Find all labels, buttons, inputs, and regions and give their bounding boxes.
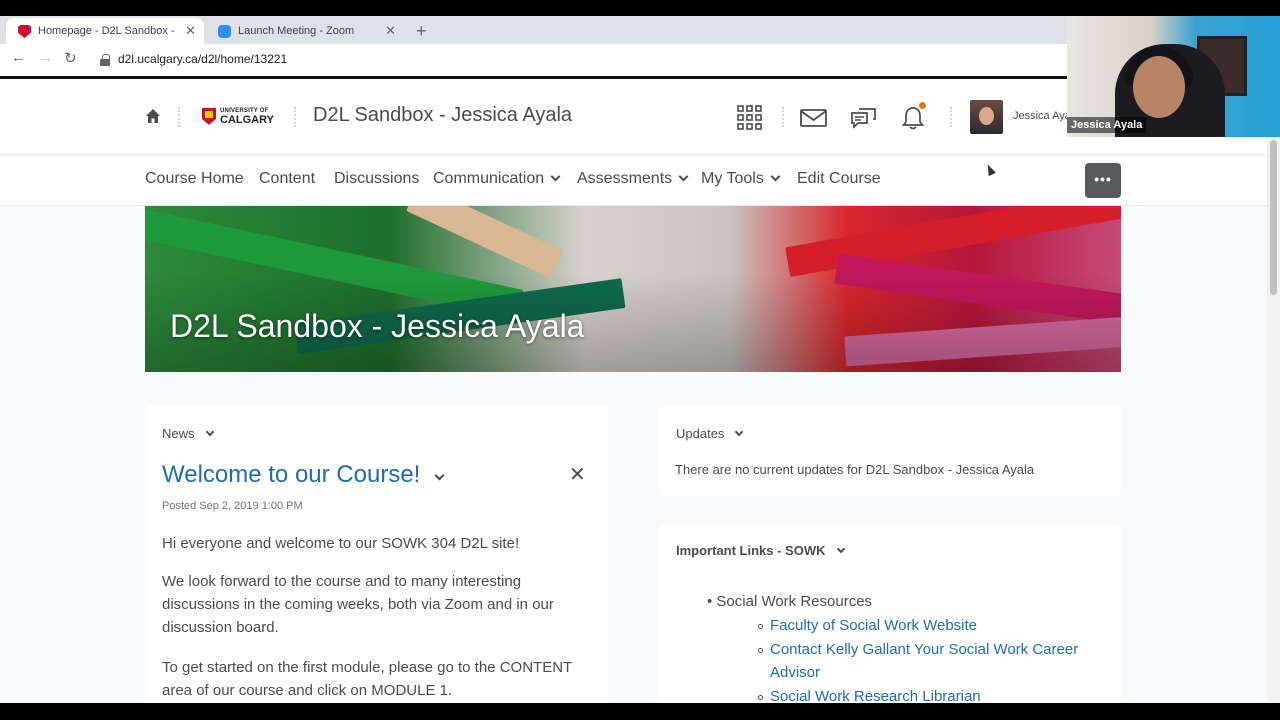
back-arrow-icon[interactable]: ← bbox=[11, 49, 26, 66]
link-career-advisor[interactable]: Contact Kelly Gallant Your Social Work C… bbox=[770, 638, 1110, 684]
screen: Homepage - D2L Sandbox - Jessica Ayala ✕… bbox=[0, 0, 1280, 720]
nav-label: Communication bbox=[433, 170, 545, 187]
nav-label: My Tools bbox=[701, 170, 764, 187]
course-title-link[interactable]: D2L Sandbox - Jessica Ayala bbox=[313, 104, 572, 127]
nav-edit-course[interactable]: Edit Course bbox=[797, 170, 881, 188]
scrollbar-thumb[interactable] bbox=[1270, 140, 1277, 295]
banner-shade bbox=[145, 206, 1121, 372]
home-icon[interactable] bbox=[145, 108, 161, 124]
chevron-down-icon bbox=[770, 171, 781, 182]
nav-course-home[interactable]: Course Home bbox=[145, 170, 244, 188]
nav-label: Assessments bbox=[577, 170, 673, 187]
chevron-down-icon[interactable] bbox=[434, 470, 445, 481]
news-widget-header[interactable]: News bbox=[162, 426, 214, 441]
list-bullet-icon bbox=[758, 695, 763, 700]
zoom-favicon-icon bbox=[218, 25, 231, 38]
link-faculty-website[interactable]: Faculty of Social Work Website bbox=[770, 614, 1110, 637]
news-paragraph: Hi everyone and welcome to our SOWK 304 … bbox=[162, 535, 520, 552]
browser-toolbar: ← → ↻ d2l.ucalgary.ca/d2l/home/13221 bbox=[0, 44, 1067, 76]
forward-arrow-icon[interactable]: → bbox=[38, 49, 53, 66]
nav-communication[interactable]: Communication bbox=[433, 170, 561, 188]
waffle-grid-icon[interactable] bbox=[737, 105, 762, 130]
course-banner: D2L Sandbox - Jessica Ayala bbox=[145, 206, 1121, 372]
nav-assessments[interactable]: Assessments bbox=[577, 170, 689, 188]
news-paragraph: We look forward to the course and to man… bbox=[162, 573, 554, 636]
links-widget-header[interactable]: Important Links - SOWK bbox=[676, 543, 845, 558]
updates-widget: Updates There are no current updates for… bbox=[659, 406, 1121, 496]
close-icon[interactable]: ✕ bbox=[569, 462, 586, 487]
lock-icon[interactable] bbox=[100, 54, 110, 66]
user-avatar[interactable] bbox=[970, 100, 1003, 134]
nav-my-tools[interactable]: My Tools bbox=[701, 170, 781, 188]
list-bullet-icon bbox=[758, 624, 763, 629]
video-participant-face bbox=[1133, 56, 1185, 118]
list-bullet-icon bbox=[758, 648, 763, 653]
chevron-down-icon[interactable] bbox=[735, 427, 744, 437]
widget-title: News bbox=[162, 426, 195, 441]
mail-icon[interactable] bbox=[800, 109, 827, 127]
separator bbox=[950, 107, 952, 127]
tab-label: Homepage - D2L Sandbox - Jessica Ayala bbox=[38, 25, 178, 37]
ucalgary-logo[interactable]: UNIVERSITY OF CALGARY bbox=[202, 108, 274, 128]
close-tab-icon[interactable]: ✕ bbox=[385, 18, 396, 44]
link-research-librarian[interactable]: Social Work Research Librarian bbox=[770, 685, 1110, 703]
chat-bubbles-icon[interactable] bbox=[850, 106, 877, 130]
ucalgary-favicon-icon bbox=[18, 25, 31, 38]
chevron-down-icon bbox=[550, 171, 561, 182]
browser-tab-homepage[interactable]: Homepage - D2L Sandbox - Jessica Ayala ✕ bbox=[6, 18, 204, 44]
user-name[interactable]: Jessica Aya bbox=[1013, 110, 1071, 122]
logo-text-bottom: CALGARY bbox=[220, 114, 274, 126]
nav-discussions[interactable]: Discussions bbox=[334, 170, 419, 188]
notification-badge bbox=[919, 102, 926, 109]
separator bbox=[178, 107, 180, 127]
nav-content[interactable]: Content bbox=[259, 170, 315, 188]
close-tab-icon[interactable]: ✕ bbox=[185, 18, 196, 44]
separator bbox=[294, 107, 296, 127]
participant-name-label: Jessica Ayala bbox=[1067, 117, 1147, 133]
reload-icon[interactable]: ↻ bbox=[64, 49, 77, 67]
banner-title: D2L Sandbox - Jessica Ayala bbox=[170, 308, 585, 344]
new-tab-icon[interactable]: + bbox=[416, 17, 427, 45]
links-group: • Social Work Resources bbox=[707, 593, 873, 610]
browser-tabstrip: Homepage - D2L Sandbox - Jessica Ayala ✕… bbox=[0, 16, 1067, 44]
chevron-down-icon[interactable] bbox=[205, 427, 214, 437]
news-title-text[interactable]: Welcome to our Course! bbox=[162, 461, 420, 488]
widget-title: Important Links - SOWK bbox=[676, 543, 826, 558]
ucalgary-shield-icon bbox=[202, 108, 216, 125]
news-item-title[interactable]: Welcome to our Course! bbox=[162, 461, 445, 489]
d2l-page: UNIVERSITY OF CALGARY D2L Sandbox - Jess… bbox=[0, 79, 1280, 703]
widget-title: Updates bbox=[676, 426, 725, 441]
more-options-button[interactable]: ••• bbox=[1085, 163, 1121, 198]
separator bbox=[782, 107, 784, 127]
tab-label: Launch Meeting - Zoom bbox=[238, 25, 355, 37]
news-posted-date: Posted Sep 2, 2019 1:00 PM bbox=[162, 500, 303, 512]
links-group-label: Social Work Resources bbox=[716, 593, 873, 610]
address-bar[interactable]: d2l.ucalgary.ca/d2l/home/13221 bbox=[118, 52, 287, 66]
chevron-down-icon[interactable] bbox=[836, 544, 845, 554]
news-paragraph: To get started on the first module, plea… bbox=[162, 659, 572, 699]
important-links-widget: Important Links - SOWK • Social Work Res… bbox=[659, 525, 1121, 703]
updates-widget-header[interactable]: Updates bbox=[676, 426, 744, 441]
browser-tab-zoom[interactable]: Launch Meeting - Zoom ✕ bbox=[206, 18, 404, 44]
chevron-down-icon bbox=[678, 171, 689, 182]
news-widget: News Welcome to our Course! ✕ Posted Sep… bbox=[145, 406, 608, 703]
zoom-video-thumbnail[interactable]: Jessica Ayala bbox=[1067, 16, 1280, 137]
bell-icon[interactable] bbox=[902, 106, 924, 130]
updates-text: There are no current updates for D2L San… bbox=[675, 462, 1035, 477]
